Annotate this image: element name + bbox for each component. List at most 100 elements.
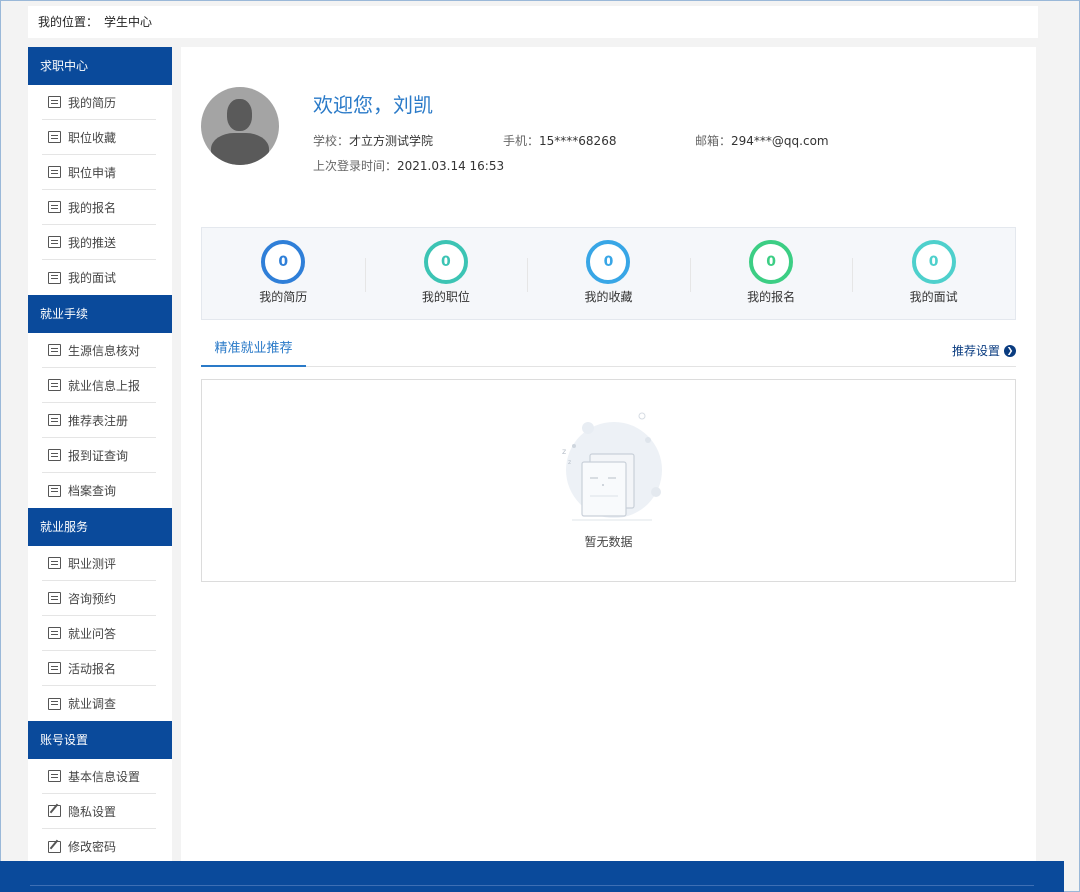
stat-label: 我的面试: [909, 290, 958, 304]
stats-bar: 0 我的简历 0 我的职位 0 我的收藏 0 我的报名 0 我的面试: [201, 227, 1016, 320]
stat-count: 0: [586, 240, 631, 284]
sidebar-item[interactable]: 活动报名: [42, 651, 156, 686]
document-icon: [48, 449, 61, 461]
stat-count: 0: [261, 240, 306, 284]
sidebar-item[interactable]: 就业信息上报: [42, 368, 156, 403]
sidebar-section-header: 账号设置: [28, 721, 172, 759]
sidebar-item[interactable]: 我的简历: [42, 85, 156, 120]
avatar-head: [227, 99, 252, 131]
breadcrumb-current: 学生中心: [104, 15, 153, 29]
avatar-body: [211, 133, 269, 165]
phone-value: 15****68268: [539, 134, 617, 148]
svg-text:z: z: [562, 447, 566, 456]
sidebar-item-label: 职业测评: [68, 556, 117, 571]
sidebar-item-label: 就业信息上报: [68, 378, 141, 393]
sidebar-section-items: 我的简历职位收藏职位申请我的报名我的推送我的面试: [28, 85, 172, 295]
stat-item[interactable]: 0 我的报名: [689, 228, 853, 319]
sidebar-item-label: 我的推送: [68, 235, 117, 250]
main-panel: 欢迎您，刘凯 学校：才立方测试学院 手机：15****68268 邮箱：294*…: [181, 47, 1036, 861]
document-icon: [48, 557, 61, 569]
stat-count: 0: [911, 240, 956, 284]
last-login-info: 上次登录时间：2021.03.14 16:53: [313, 157, 504, 174]
document-icon: [48, 166, 61, 178]
footer-bar: [0, 861, 1064, 892]
sidebar-section-header: 就业手续: [28, 295, 172, 333]
document-icon: [48, 271, 61, 284]
document-icon: [48, 414, 61, 426]
avatar: [201, 87, 279, 165]
sidebar-item[interactable]: 修改密码: [42, 829, 156, 864]
email-value: 294***@qq.com: [731, 134, 829, 148]
document-icon: [48, 592, 61, 604]
recommend-settings-link[interactable]: 推荐设置 ❯: [952, 342, 1016, 359]
sidebar-section-items: 职业测评咨询预约就业问答活动报名就业调查: [28, 546, 172, 721]
phone-info: 手机：15****68268: [503, 132, 616, 149]
sidebar-item[interactable]: 职位收藏: [42, 120, 156, 155]
sidebar-item[interactable]: 我的面试: [42, 260, 156, 295]
stat-item[interactable]: 0 我的简历: [202, 228, 365, 319]
document-icon: [48, 131, 61, 143]
document-icon: [48, 379, 61, 391]
sidebar-item-label: 生源信息核对: [68, 343, 141, 358]
breadcrumb-label: 我的位置：: [38, 15, 99, 29]
edit-icon: [48, 805, 61, 817]
sidebar-item[interactable]: 就业调查: [42, 686, 156, 721]
chevron-right-icon: ❯: [1004, 344, 1016, 357]
stat-count: 0: [749, 240, 794, 284]
sidebar-item[interactable]: 生源信息核对: [42, 333, 156, 368]
sidebar-section-header: 求职中心: [28, 47, 172, 85]
stat-count: 0: [423, 240, 468, 284]
recommend-list: z z 暂无数据: [201, 379, 1016, 582]
sidebar-item-label: 职位申请: [68, 165, 117, 180]
sidebar-item[interactable]: 我的报名: [42, 190, 156, 225]
stat-label: 我的职位: [421, 290, 470, 304]
document-icon: [48, 770, 61, 782]
sidebar: 求职中心 我的简历 职位收藏 职位申请 我的报名 我的推送 我的面试 就业手续 生源信息核对 就业…: [28, 47, 172, 861]
stat-item[interactable]: 0 我的面试: [852, 228, 1015, 319]
document-icon: [48, 96, 61, 108]
sidebar-section-items: 生源信息核对 就业信息上报 推荐表注册报到证查询档案查询: [28, 333, 172, 508]
sidebar-section-items: 基本信息设置隐私设置修改密码: [28, 759, 172, 864]
document-icon: [48, 201, 61, 213]
last-login-label: 上次登录时间：: [313, 159, 398, 173]
sidebar-item-label: 我的面试: [68, 271, 117, 285]
sidebar-item-label: 就业问答: [68, 626, 117, 641]
tab-recommend[interactable]: 精准就业推荐: [201, 337, 306, 367]
email-info: 邮箱：294***@qq.com: [695, 132, 829, 149]
sidebar-item[interactable]: 我的推送: [42, 225, 156, 260]
sidebar-item[interactable]: 就业问答: [42, 616, 156, 651]
sidebar-item-label: 活动报名: [68, 661, 117, 676]
recommend-settings-label: 推荐设置: [951, 344, 1000, 358]
sidebar-item[interactable]: 档案查询: [42, 473, 156, 508]
sidebar-item[interactable]: 报到证查询: [42, 438, 156, 473]
stat-item[interactable]: 0 我的职位: [364, 228, 528, 319]
sidebar-item[interactable]: 隐私设置: [42, 794, 156, 829]
stat-item[interactable]: 0 我的收藏: [527, 228, 690, 319]
sidebar-item[interactable]: 推荐表注册: [42, 403, 156, 438]
school-label: 学校：: [313, 134, 350, 148]
phone-label: 手机：: [503, 134, 540, 148]
sidebar-item-label: 我的简历: [68, 95, 117, 110]
document-icon: [48, 662, 61, 674]
sidebar-item-label: 职位收藏: [68, 130, 117, 145]
sidebar-item-label: 档案查询: [68, 484, 117, 498]
sidebar-item[interactable]: 职业测评: [42, 546, 156, 581]
svg-text:z: z: [568, 459, 571, 466]
document-icon: [48, 236, 61, 248]
sidebar-item-label: 咨询预约: [68, 591, 117, 606]
sidebar-item[interactable]: 基本信息设置: [42, 759, 156, 794]
recommend-tabs: 精准就业推荐 推荐设置 ❯: [201, 337, 1016, 367]
sidebar-item-label: 报到证查询: [68, 448, 129, 463]
welcome-title: 欢迎您，刘凯: [313, 93, 433, 117]
empty-state-text: 暂无数据: [584, 535, 633, 549]
sidebar-item[interactable]: 咨询预约: [42, 581, 156, 616]
stat-label: 我的报名: [747, 290, 796, 304]
sidebar-item-label: 隐私设置: [68, 804, 117, 819]
document-icon: [48, 344, 61, 356]
sidebar-item[interactable]: 职位申请: [42, 155, 156, 190]
edit-icon: [48, 840, 61, 853]
email-label: 邮箱：: [695, 134, 732, 148]
sidebar-item-label: 就业调查: [68, 697, 117, 711]
sidebar-item-label: 推荐表注册: [68, 413, 129, 428]
breadcrumb: 我的位置： 学生中心: [28, 6, 1038, 38]
